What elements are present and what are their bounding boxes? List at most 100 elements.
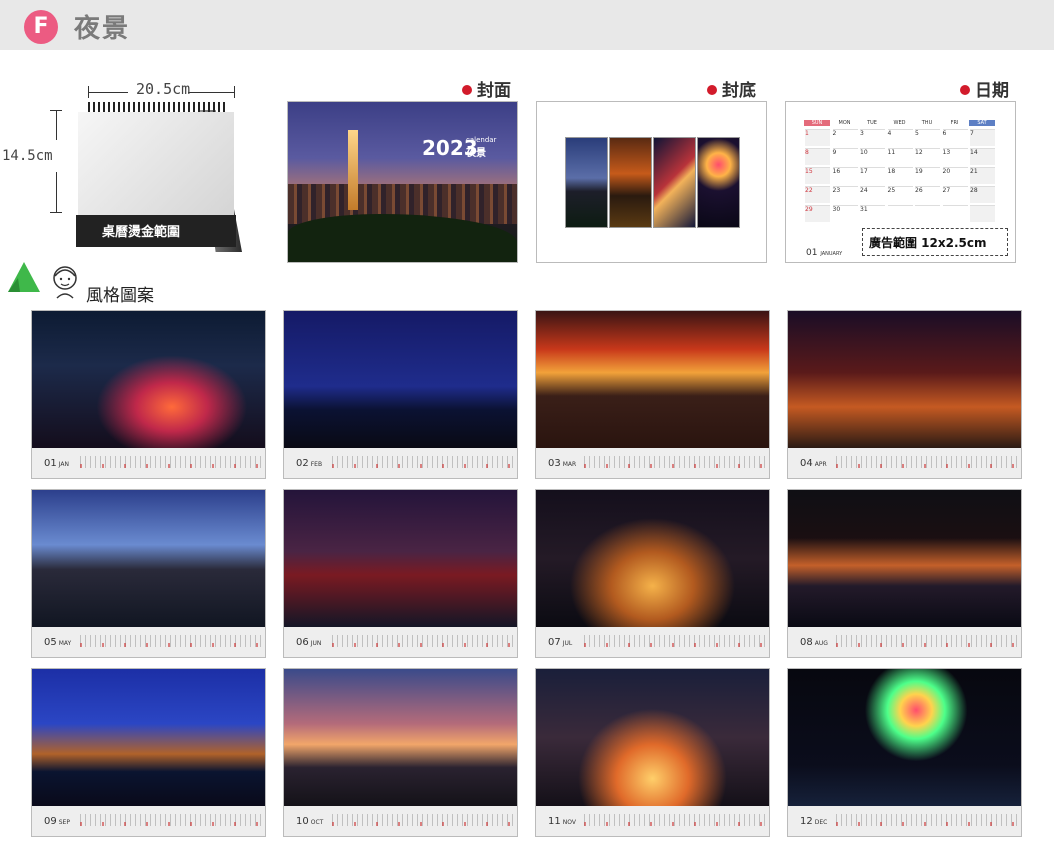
foil-stamp-band: 桌曆燙金範圍 — [76, 215, 236, 247]
month-label: 04 APR — [800, 458, 827, 469]
date-cell: 20 — [942, 167, 968, 184]
cover-tower — [348, 130, 358, 210]
month-photo — [32, 311, 265, 448]
month-abbr: JUN — [310, 640, 322, 647]
date-cell: 19 — [915, 167, 940, 184]
cover-preview[interactable]: 2023 calendar 夜景 — [287, 101, 518, 263]
month-holiday-marks — [836, 464, 1018, 468]
month-photo — [536, 490, 769, 627]
cover-sub-zh: 夜景 — [466, 148, 486, 159]
back-cover-preview[interactable] — [536, 101, 767, 263]
height-label: 14.5cm — [2, 148, 53, 164]
date-cell: 3 — [860, 129, 885, 146]
month-tile[interactable]: 09 SEP — [31, 668, 266, 837]
month-tile[interactable]: 06 JUN — [283, 489, 518, 658]
month-holiday-marks — [332, 464, 514, 468]
date-cell: 29 — [805, 205, 830, 222]
month-photo — [284, 669, 517, 806]
month-label: 12 DEC — [800, 816, 827, 827]
girl-face-icon — [53, 266, 77, 299]
section-badge: F — [24, 10, 58, 44]
month-photo — [32, 490, 265, 627]
month-tile[interactable]: 11 NOV — [535, 668, 770, 837]
month-tile[interactable]: 08 AUG — [787, 489, 1022, 658]
month-photo — [536, 669, 769, 806]
month-tile[interactable]: 02 FEB — [283, 310, 518, 479]
date-cell: 6 — [942, 129, 968, 146]
easel-face — [78, 112, 234, 220]
date-cell: 15 — [805, 167, 830, 184]
month-date-strip: 04 APR — [788, 448, 1021, 478]
foil-stamp-label: 桌曆燙金範圍 — [102, 225, 181, 240]
month-photo — [284, 490, 517, 627]
month-label: 02 FEB — [296, 458, 322, 469]
month-label: 05 MAY — [44, 637, 71, 648]
month-tile[interactable]: 01 JAN — [31, 310, 266, 479]
date-cell: 23 — [832, 186, 858, 203]
month-date-strip: 08 AUG — [788, 627, 1021, 657]
month-tile[interactable]: 07 JUL — [535, 489, 770, 658]
date-cell: 18 — [887, 167, 913, 184]
month-holiday-marks — [80, 464, 262, 468]
date-cell: 26 — [915, 186, 940, 203]
month-number: 07 — [548, 637, 561, 648]
date-cell: 5 — [915, 129, 940, 146]
date-page-preview[interactable]: SUN MON TUE WED THU FRI SAT 1 2 3 4 5 6 7 8 9 10 11 12 13 14… — [785, 101, 1016, 263]
spiral-binding — [88, 102, 228, 112]
month-number: 09 — [44, 816, 57, 827]
month-date-strip: 12 DEC — [788, 806, 1021, 836]
month-photo — [284, 311, 517, 448]
weekday-header: TUE — [867, 120, 877, 126]
ad-area-label: 廣告範圍 12x2.5cm — [869, 236, 987, 250]
month-holiday-marks — [584, 464, 766, 468]
back-thumb-4 — [697, 137, 740, 228]
month-photo — [32, 669, 265, 806]
month-label: 09 SEP — [44, 816, 70, 827]
month-photo — [788, 311, 1021, 448]
weekday-header: FRI — [950, 120, 959, 126]
date-month-name: JANUARY — [820, 251, 843, 257]
month-date-strip: 03 MAR — [536, 448, 769, 478]
red-dot-icon — [960, 85, 970, 95]
back-thumb-3 — [653, 137, 696, 228]
date-cell: 22 — [805, 186, 830, 203]
ad-area: 廣告範圍 12x2.5cm — [862, 228, 1008, 256]
month-tile[interactable]: 03 MAR — [535, 310, 770, 479]
month-abbr: APR — [814, 461, 827, 468]
width-dimension-line-right — [188, 92, 234, 93]
date-cell: 14 — [970, 148, 995, 165]
date-cell: 21 — [970, 167, 995, 184]
date-grid: SUN MON TUE WED THU FRI SAT 1 2 3 4 5 6 7 8 9 10 11 12 13 14… — [804, 120, 997, 224]
month-abbr: MAR — [562, 461, 577, 468]
top-bar: F 夜景 — [0, 0, 1054, 50]
weekday-header: SAT — [969, 120, 995, 126]
cover-section-label: 封面 — [462, 76, 511, 101]
month-tile[interactable]: 10 OCT — [283, 668, 518, 837]
month-tile[interactable]: 12 DEC — [787, 668, 1022, 837]
month-tile[interactable]: 04 APR — [787, 310, 1022, 479]
triangle-arrow-icon — [8, 262, 40, 292]
month-date-strip: 10 OCT — [284, 806, 517, 836]
month-tile[interactable]: 05 MAY — [31, 489, 266, 658]
date-cell: 17 — [860, 167, 885, 184]
cover-label-text: 封面 — [477, 81, 511, 101]
height-tick-top — [50, 110, 62, 111]
month-number: 03 — [548, 458, 561, 469]
width-label: 20.5cm — [136, 80, 191, 98]
date-cell — [887, 205, 913, 222]
month-date-strip: 02 FEB — [284, 448, 517, 478]
style-section-label: 風格圖案 — [86, 286, 154, 306]
month-number: 01 — [44, 458, 57, 469]
date-cell: 16 — [832, 167, 858, 184]
page-title: 夜景 — [74, 14, 131, 44]
date-month-num: 01 — [806, 248, 818, 258]
month-number: 08 — [800, 637, 813, 648]
month-holiday-marks — [836, 822, 1018, 826]
month-label: 07 JUL — [548, 637, 572, 648]
month-date-strip: 01 JAN — [32, 448, 265, 478]
month-holiday-marks — [80, 643, 262, 647]
weekday-header: WED — [893, 120, 906, 126]
width-dimension-line-left — [88, 92, 128, 93]
month-number: 02 — [296, 458, 309, 469]
date-cell — [970, 205, 995, 222]
